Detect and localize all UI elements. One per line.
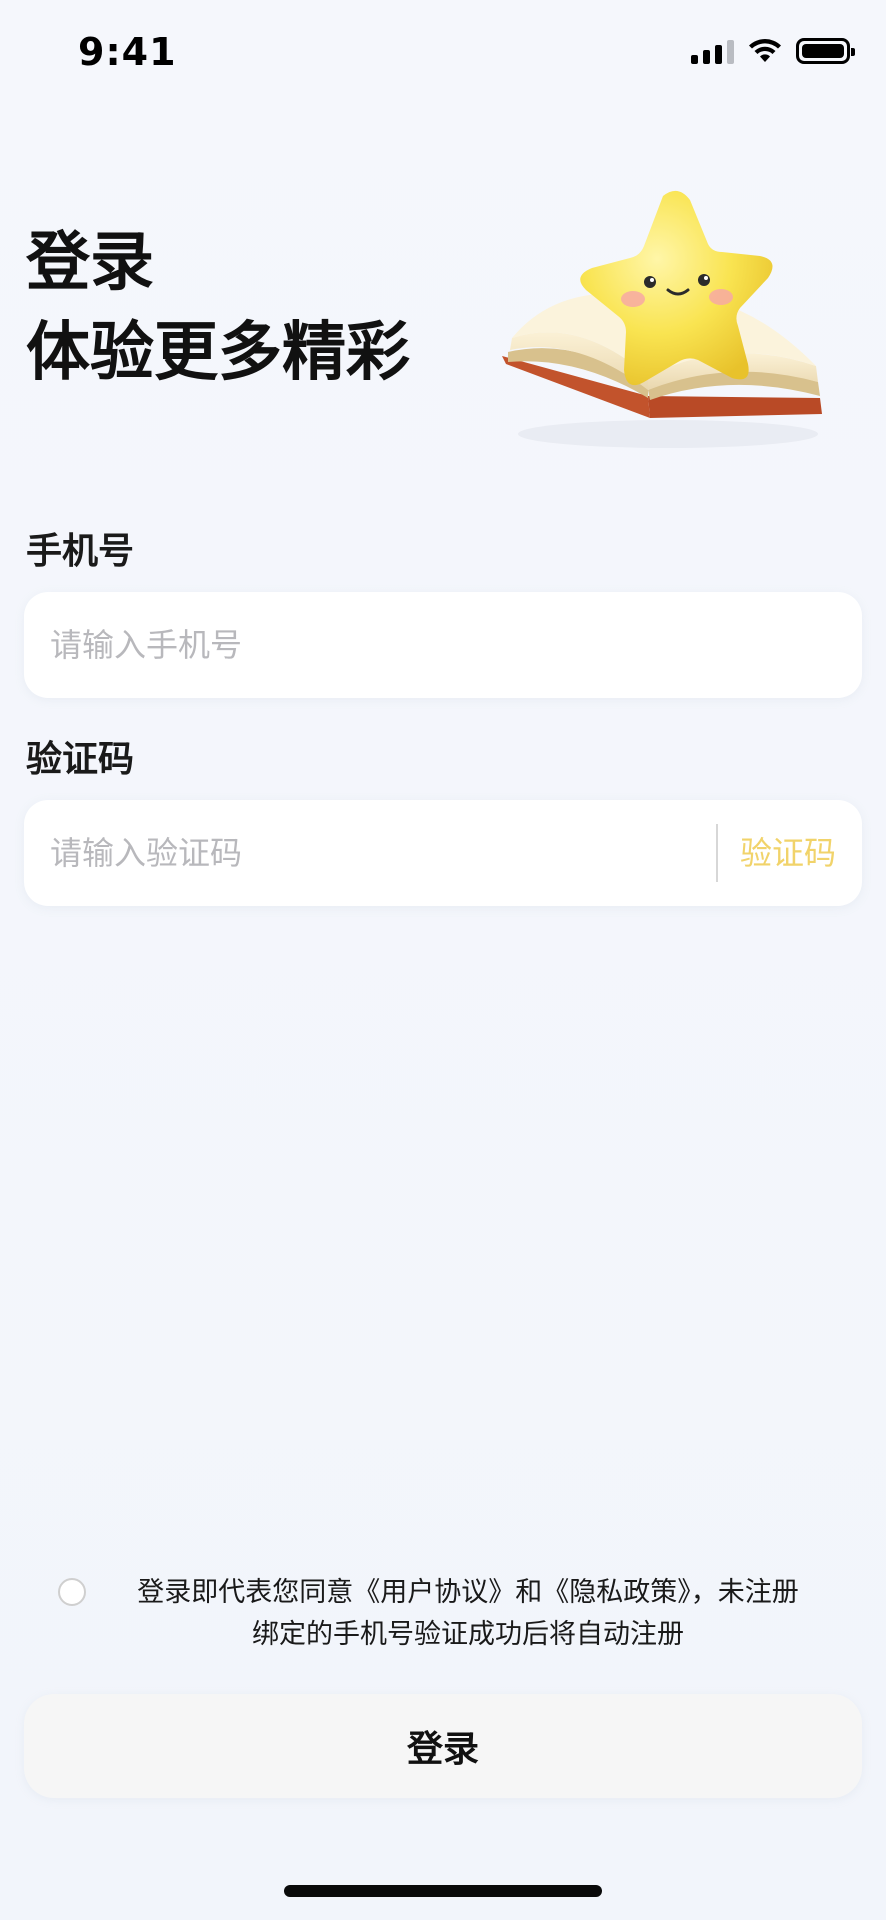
status-bar: 9:41 [0, 0, 886, 110]
cellular-signal-icon [691, 38, 734, 64]
phone-input[interactable] [50, 592, 690, 698]
code-field: 验证码 [24, 800, 862, 906]
status-time: 9:41 [78, 30, 177, 74]
code-divider [716, 824, 718, 882]
phone-field [24, 592, 862, 698]
battery-icon [796, 38, 855, 64]
agreement: 登录即代表您同意《用户协议》和《隐私政策》，未注册 绑定的手机号验证成功后将自动… [58, 1572, 838, 1656]
star-on-book-illustration [502, 190, 822, 448]
phone-label: 手机号 [26, 531, 135, 572]
agreement-checkbox[interactable] [58, 1578, 86, 1606]
code-input[interactable] [50, 800, 690, 906]
home-indicator[interactable] [284, 1885, 602, 1897]
title-line-2: 体验更多精彩 [26, 316, 410, 390]
login-screen: 9:41 登录 体验更多精彩 手机号 请输入手机号 验证码 请输入验证码 验证码… [0, 0, 886, 1920]
code-label: 验证码 [26, 739, 135, 780]
login-button[interactable]: 登录 [24, 1694, 862, 1798]
page-title: 登录 体验更多精彩 [26, 218, 410, 398]
agreement-line-2: 绑定的手机号验证成功后将自动注册 [252, 1619, 684, 1650]
agreement-line-1: 登录即代表您同意《用户协议》和《隐私政策》，未注册 [137, 1577, 799, 1608]
status-icons [691, 38, 855, 64]
wifi-icon [749, 39, 781, 62]
agreement-text: 登录即代表您同意《用户协议》和《隐私政策》，未注册 绑定的手机号验证成功后将自动… [58, 1572, 838, 1656]
title-line-1: 登录 [26, 226, 154, 300]
send-code-button[interactable]: 验证码 [740, 800, 836, 906]
